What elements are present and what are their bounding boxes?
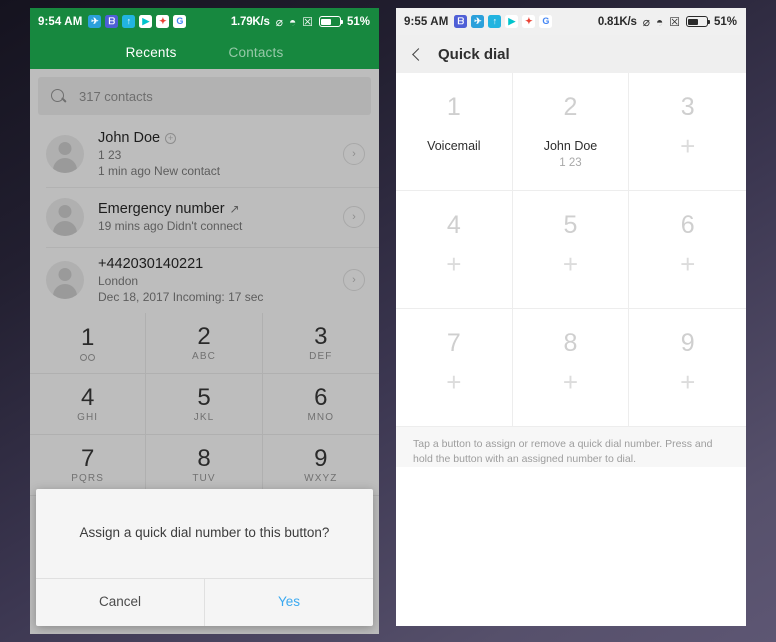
battery-percent: 51% bbox=[713, 15, 737, 28]
google-icon: G bbox=[539, 15, 553, 28]
status-right-cluster: 0.81K/s ⌀ ◓ ☒ 51% bbox=[598, 16, 737, 28]
quick-dial-slot-2[interactable]: 2 John Doe 1 23 bbox=[512, 73, 630, 191]
hint-text: Tap a button to assign or remove a quick… bbox=[413, 438, 713, 466]
battery-percent: 51% bbox=[346, 15, 370, 28]
status-app-icons: ✈ ᗷ ↑ ▶ ✦ G bbox=[88, 15, 187, 28]
tab-recents[interactable]: Recents bbox=[126, 45, 177, 60]
status-time: 9:54 AM bbox=[38, 15, 83, 28]
google-photos-icon: ✦ bbox=[156, 15, 170, 28]
quick-dial-footer: Tap a button to assign or remove a quick… bbox=[396, 427, 746, 468]
mute-icon: ⌀ bbox=[275, 14, 283, 29]
slot-number: 4 bbox=[446, 211, 461, 239]
left-phone-screenshot: 9:54 AM ✈ ᗷ ↑ ▶ ✦ G 1.79K/s ⌀ ◓ ☒ 51% Re… bbox=[30, 8, 379, 634]
slot-number: 1 bbox=[446, 93, 461, 121]
slot-number: 3 bbox=[680, 93, 695, 121]
app-icon-blue: ᗷ bbox=[454, 15, 468, 28]
battery-icon bbox=[685, 16, 711, 27]
yes-button[interactable]: Yes bbox=[204, 579, 373, 626]
plus-icon: + bbox=[680, 367, 696, 397]
left-status-bar: 9:54 AM ✈ ᗷ ↑ ▶ ✦ G 1.79K/s ⌀ ◓ ☒ 51% bbox=[30, 8, 379, 35]
quick-dial-slot-6[interactable]: 6 + bbox=[629, 191, 746, 309]
quick-dial-slot-5[interactable]: 5 + bbox=[512, 191, 630, 309]
app-bar: Quick dial bbox=[396, 35, 746, 73]
quick-dial-grid: 1 Voicemail 2 John Doe 1 23 3 + 4 + 5 + … bbox=[396, 73, 746, 427]
sim-icon: ☒ bbox=[669, 14, 680, 29]
slot-number: 9 bbox=[680, 329, 695, 357]
google-photos-icon: ✦ bbox=[522, 15, 536, 28]
cancel-button[interactable]: Cancel bbox=[36, 579, 204, 626]
quick-dial-slot-3[interactable]: 3 + bbox=[629, 73, 746, 191]
dialog-actions: Cancel Yes bbox=[36, 578, 373, 626]
slot-number: 5 bbox=[563, 211, 578, 239]
dialer-body: 317 contacts John Doe + 1 23 1 min ago N… bbox=[30, 69, 379, 634]
tab-contacts[interactable]: Contacts bbox=[229, 45, 284, 60]
telegram-icon: ✈ bbox=[471, 15, 485, 28]
slot-number: 7 bbox=[446, 329, 461, 357]
quick-dial-slot-9[interactable]: 9 + bbox=[629, 309, 746, 427]
plus-icon: + bbox=[562, 249, 579, 279]
plus-icon: + bbox=[680, 131, 696, 161]
upload-icon: ↑ bbox=[122, 15, 136, 28]
slot-label: John Doe bbox=[543, 139, 598, 153]
plus-icon: + bbox=[680, 249, 696, 279]
right-phone-screenshot: 9:55 AM ᗷ ✈ ↑ ▶ ✦ G 0.81K/s ⌀ ◓ ☒ 51% Qu… bbox=[396, 8, 746, 626]
upload-icon: ↑ bbox=[488, 15, 502, 28]
google-play-icon: ▶ bbox=[505, 15, 519, 28]
network-speed: 0.81K/s bbox=[597, 15, 637, 28]
slot-number: 6 bbox=[680, 211, 695, 239]
quick-dial-confirm-dialog: Assign a quick dial number to this butto… bbox=[36, 489, 373, 626]
google-icon: G bbox=[173, 15, 187, 28]
app-icon-blue: ᗷ bbox=[105, 15, 119, 28]
wifi-icon: ◓ bbox=[655, 14, 664, 29]
quick-dial-slot-4[interactable]: 4 + bbox=[396, 191, 513, 309]
dialog-message: Assign a quick dial number to this butto… bbox=[79, 525, 330, 540]
telegram-icon: ✈ bbox=[88, 15, 102, 28]
slot-number-text: 1 23 bbox=[559, 157, 582, 169]
right-status-bar: 9:55 AM ᗷ ✈ ↑ ▶ ✦ G 0.81K/s ⌀ ◓ ☒ 51% bbox=[396, 8, 746, 35]
tab-bar: Recents Contacts bbox=[30, 35, 379, 69]
page-title: Quick dial bbox=[438, 45, 510, 63]
back-arrow-icon[interactable] bbox=[412, 47, 425, 61]
google-play-icon: ▶ bbox=[139, 15, 153, 28]
plus-icon: + bbox=[446, 367, 462, 397]
slot-number: 2 bbox=[563, 93, 578, 121]
quick-dial-slot-1[interactable]: 1 Voicemail bbox=[396, 73, 513, 191]
plus-icon: + bbox=[446, 249, 462, 279]
status-right-cluster: 1.79K/s ⌀ ◓ ☒ 51% bbox=[231, 16, 370, 28]
wifi-icon: ◓ bbox=[288, 14, 297, 29]
network-speed: 1.79K/s bbox=[230, 15, 270, 28]
sim-icon: ☒ bbox=[302, 14, 313, 29]
status-app-icons: ᗷ ✈ ↑ ▶ ✦ G bbox=[454, 15, 553, 28]
slot-number: 8 bbox=[563, 329, 578, 357]
slot-label: Voicemail bbox=[427, 139, 481, 153]
plus-icon: + bbox=[562, 367, 579, 397]
quick-dial-slot-7[interactable]: 7 + bbox=[396, 309, 513, 427]
battery-icon bbox=[318, 16, 344, 27]
mute-icon: ⌀ bbox=[642, 14, 650, 29]
quick-dial-slot-8[interactable]: 8 + bbox=[512, 309, 630, 427]
status-time: 9:55 AM bbox=[404, 15, 449, 28]
